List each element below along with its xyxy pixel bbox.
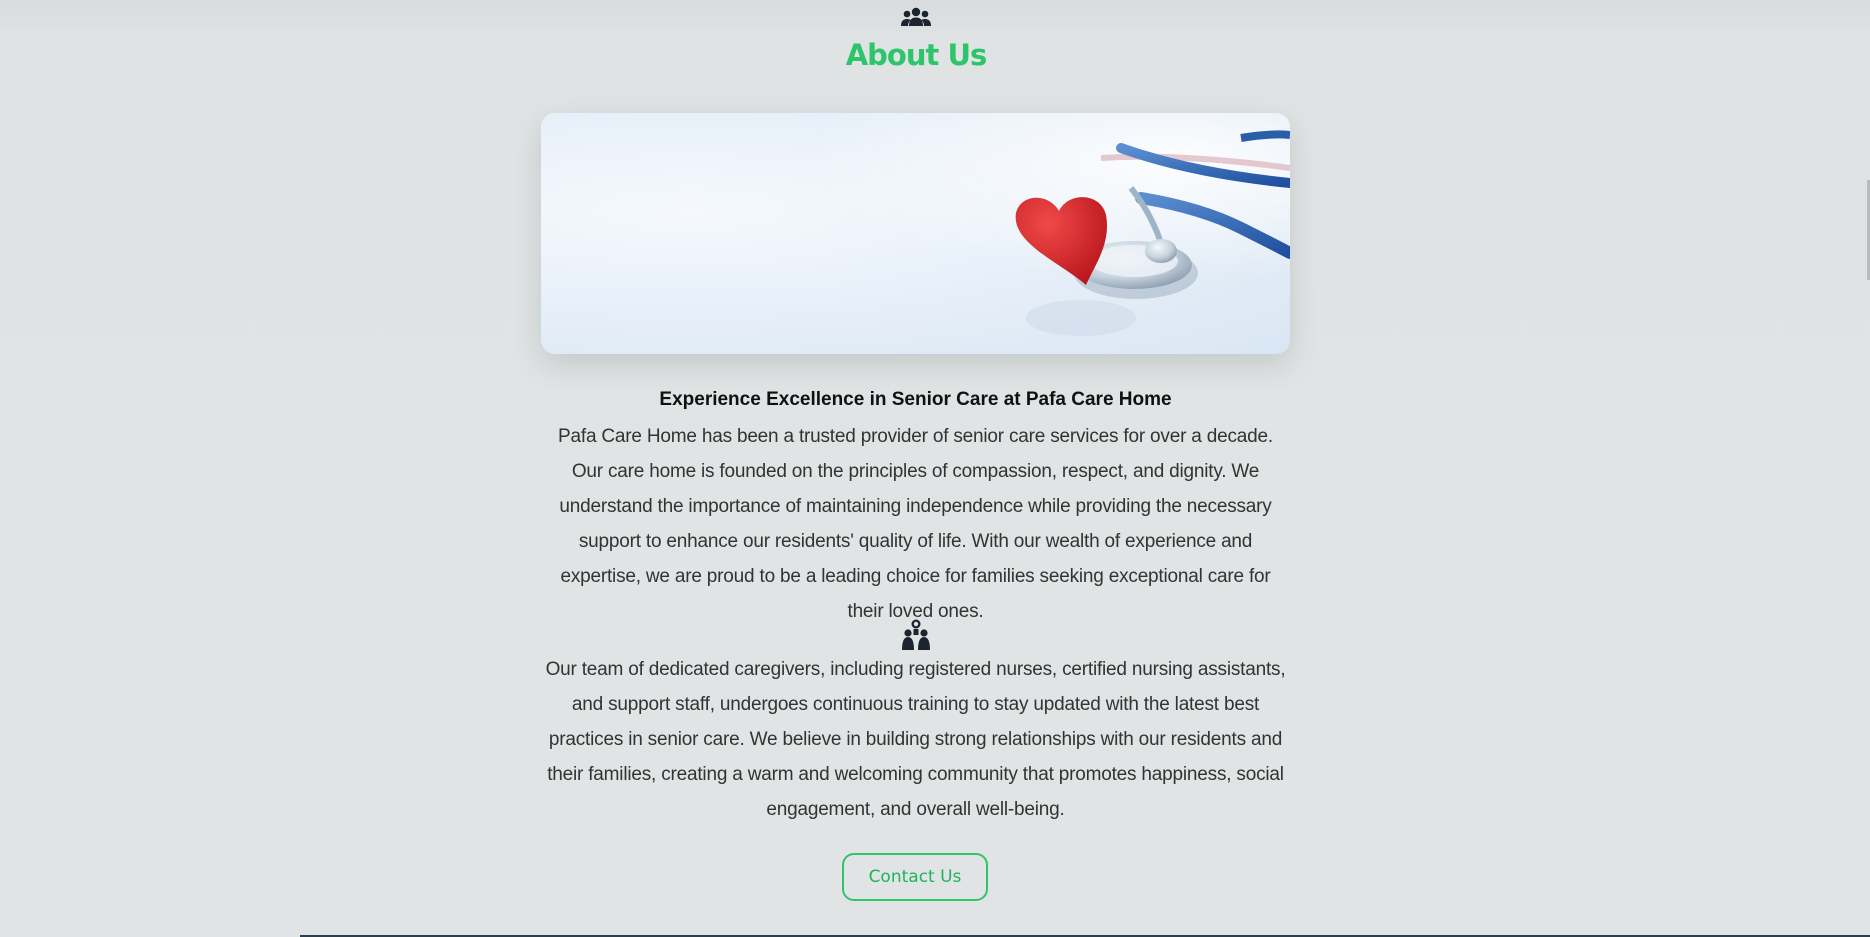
section-subtitle: Experience Excellence in Senior Care at …: [659, 389, 1172, 410]
users-group-icon: [900, 6, 932, 28]
contact-us-button[interactable]: Contact Us: [842, 853, 988, 901]
about-section: About Us Experience Excellence in Senior…: [0, 0, 1870, 937]
page-title: About Us: [845, 38, 988, 72]
team-paragraph: Our team of dedicated caregivers, includ…: [545, 659, 1286, 820]
page: About Us Experience Excellence in Senior…: [0, 0, 1870, 937]
hero-image: [541, 113, 1290, 354]
caregivers-team-icon: [899, 618, 933, 652]
intro-paragraph: Pafa Care Home has been a trusted provid…: [558, 426, 1273, 622]
